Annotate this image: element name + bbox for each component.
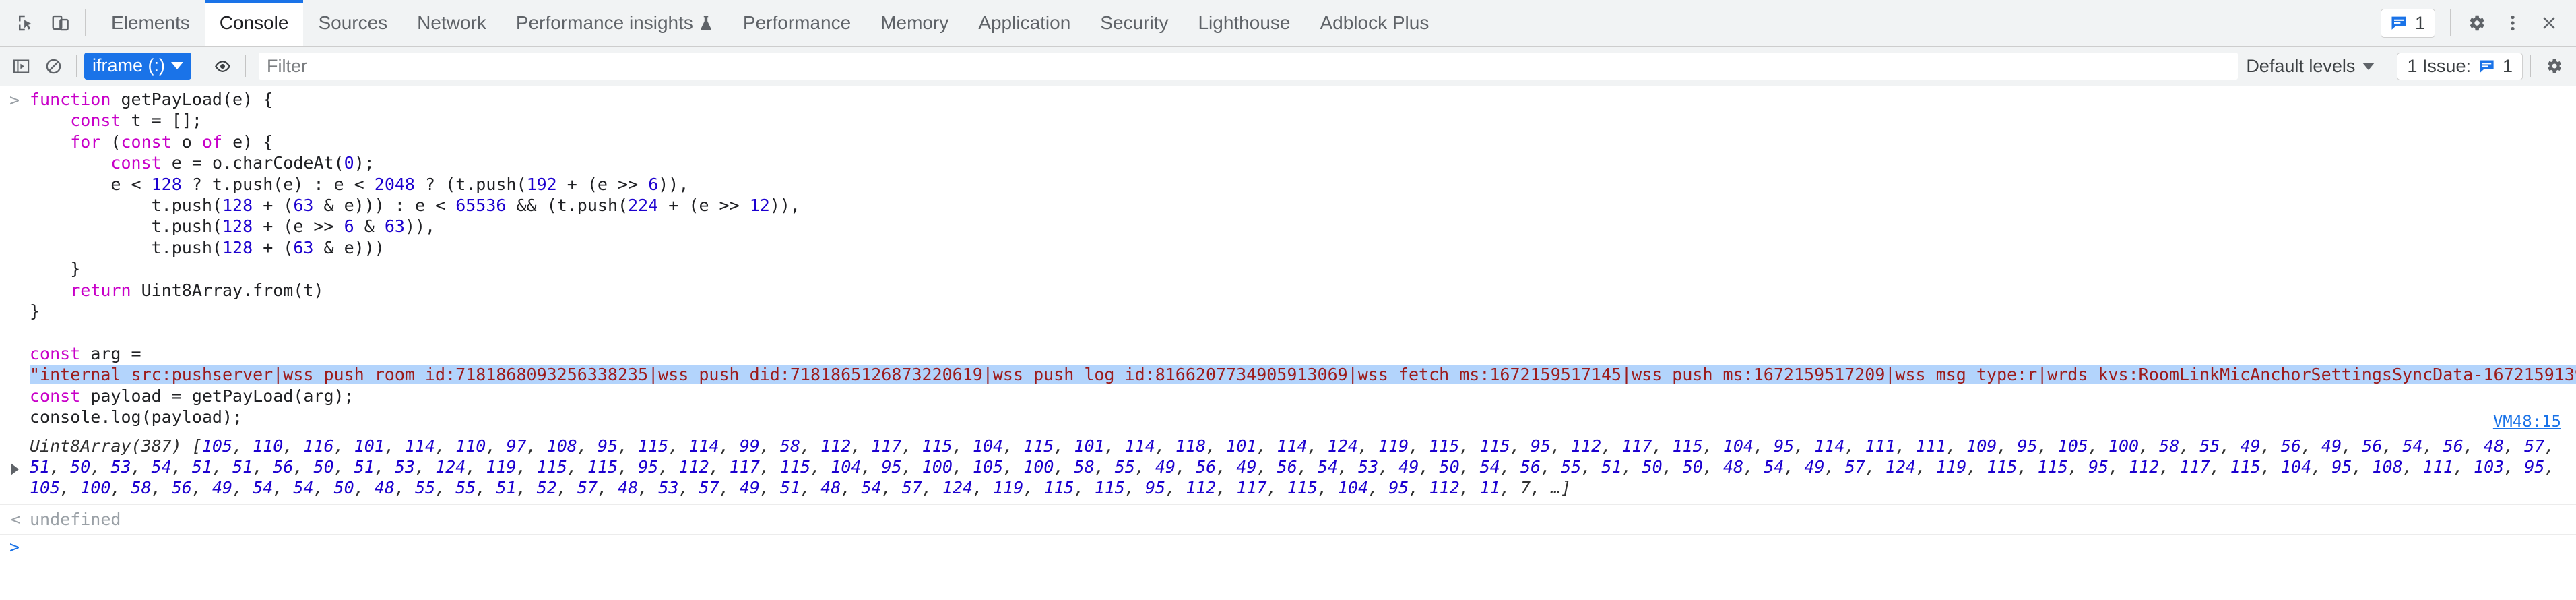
tab-lighthouse[interactable]: Lighthouse — [1183, 0, 1305, 46]
console-sidebar-icon[interactable] — [5, 51, 36, 82]
source-location-link[interactable]: VM48:15 — [2493, 411, 2561, 432]
expand-array-icon[interactable] — [11, 462, 19, 475]
chevron-down-icon — [2362, 62, 2375, 70]
tab-label: Adblock Plus — [1320, 12, 1429, 33]
tab-label: Sources — [318, 12, 388, 33]
context-label: iframe (:) — [92, 55, 165, 76]
uint8array-output: Uint8Array(387) [105, 110, 116, 101, 114… — [30, 436, 2565, 498]
live-expression-icon[interactable] — [207, 51, 238, 82]
tab-label: Network — [417, 12, 486, 33]
console-result-message: < undefined — [0, 505, 2576, 535]
console-toolbar: iframe (:) Default levels 1 Issue: — [0, 47, 2576, 86]
close-icon[interactable] — [2532, 5, 2567, 40]
javascript-context-selector[interactable]: iframe (:) — [84, 53, 191, 80]
console-input-message[interactable]: > function getPayLoad(e) { const t = [];… — [0, 86, 2576, 431]
tab-sources[interactable]: Sources — [303, 0, 402, 46]
prompt-arrow-icon: > — [9, 537, 20, 557]
tab-label: Console — [219, 12, 289, 33]
devtools-window: Elements Console Sources Network Perform… — [0, 0, 2576, 600]
tabbar-left-tools — [0, 0, 92, 46]
tab-label: Memory — [880, 12, 949, 33]
gear-icon[interactable] — [2459, 5, 2494, 40]
more-vertical-icon[interactable] — [2495, 5, 2530, 40]
tab-memory[interactable]: Memory — [866, 0, 963, 46]
devtools-tabbar: Elements Console Sources Network Perform… — [0, 0, 2576, 47]
issue-message-icon — [2389, 13, 2408, 32]
console-toolbar-divider-1 — [76, 55, 77, 77]
tab-adblock-plus[interactable]: Adblock Plus — [1305, 0, 1444, 46]
tab-network[interactable]: Network — [402, 0, 501, 46]
console-toolbar-divider-5 — [2530, 55, 2531, 77]
tab-label: Lighthouse — [1198, 12, 1291, 33]
flask-icon — [699, 14, 713, 32]
tab-application[interactable]: Application — [963, 0, 1085, 46]
tab-performance-insights[interactable]: Performance insights — [501, 0, 728, 46]
issues-label: 1 Issue: — [2407, 55, 2471, 76]
chevron-down-icon — [171, 62, 183, 69]
issues-count: 1 — [2502, 55, 2513, 76]
tabbar-right-divider — [2450, 9, 2451, 36]
tab-label: Performance — [742, 12, 851, 33]
console-toolbar-divider-3 — [245, 55, 246, 77]
issue-message-icon — [2478, 57, 2496, 76]
tab-label: Application — [978, 12, 1071, 33]
inspect-element-icon[interactable] — [8, 5, 43, 40]
tab-elements[interactable]: Elements — [96, 0, 205, 46]
issues-count: 1 — [2414, 12, 2425, 33]
clear-console-icon[interactable] — [38, 51, 69, 82]
panel-tabs: Elements Console Sources Network Perform… — [96, 0, 1444, 46]
device-toolbar-icon[interactable] — [43, 5, 78, 40]
console-issues-button[interactable]: 1 Issue: 1 — [2397, 52, 2523, 80]
issues-counter-button[interactable]: 1 — [2380, 8, 2435, 38]
console-message-list[interactable]: > function getPayLoad(e) { const t = [];… — [0, 86, 2576, 600]
toolbar-divider — [85, 9, 86, 36]
gear-icon[interactable] — [2538, 51, 2569, 82]
tab-performance[interactable]: Performance — [728, 0, 866, 46]
tab-label: Performance insights — [515, 12, 693, 33]
log-levels-label: Default levels — [2246, 55, 2356, 76]
prompt-arrow-icon: > — [9, 90, 20, 110]
tabbar-right-tools: 1 — [2380, 0, 2576, 46]
tab-label: Security — [1100, 12, 1169, 33]
console-input-code: function getPayLoad(e) { const t = []; f… — [0, 89, 2576, 428]
tab-console[interactable]: Console — [204, 0, 304, 46]
console-output-message[interactable]: VM48:15 Uint8Array(387) [105, 110, 116, … — [0, 412, 2576, 505]
console-prompt-line[interactable]: > — [0, 535, 2576, 562]
log-levels-dropdown[interactable]: Default levels — [2239, 56, 2381, 77]
filter-input[interactable] — [259, 53, 2239, 80]
tab-security[interactable]: Security — [1085, 0, 1183, 46]
return-arrow-icon: < — [11, 509, 22, 529]
tab-label: Elements — [111, 12, 190, 33]
